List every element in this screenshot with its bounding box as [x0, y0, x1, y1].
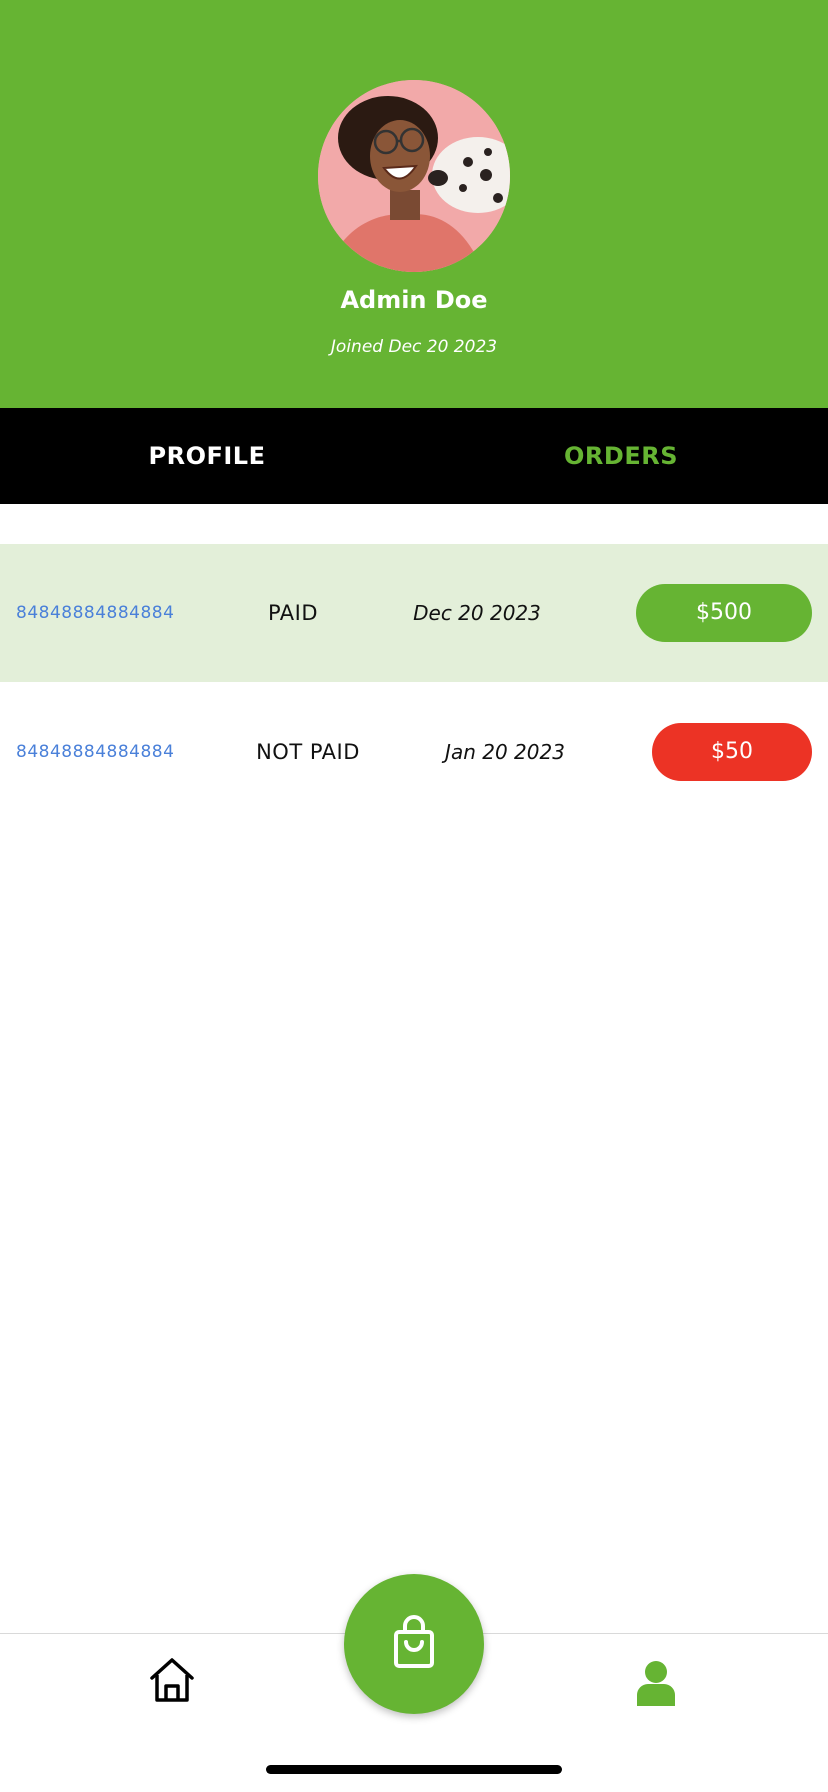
home-icon	[150, 1658, 194, 1702]
home-indicator	[266, 1765, 562, 1774]
avatar	[318, 80, 510, 272]
nav-home-button[interactable]	[148, 1656, 196, 1704]
order-status: NOT PAID	[256, 740, 360, 764]
order-amount-button[interactable]: $500	[636, 584, 812, 642]
shop-fab-button[interactable]	[344, 1574, 484, 1714]
order-row[interactable]: 84848884884884 NOT PAID Jan 20 2023 $50	[0, 683, 828, 821]
order-amount-button[interactable]: $50	[652, 723, 812, 781]
avatar-image	[318, 80, 510, 272]
tab-bar: PROFILE ORDERS	[0, 408, 828, 504]
order-status: PAID	[267, 601, 319, 625]
order-row[interactable]: 84848884884884 PAID Dec 20 2023 $500	[0, 544, 828, 682]
user-icon	[637, 1661, 675, 1706]
tab-orders[interactable]: ORDERS	[414, 408, 828, 504]
joined-date: Joined Dec 20 2023	[330, 337, 498, 357]
profile-header: Admin Doe Joined Dec 20 2023	[0, 0, 828, 408]
order-date: Dec 20 2023	[413, 601, 541, 625]
shopping-bag-icon	[394, 1615, 434, 1668]
order-id[interactable]: 84848884884884	[16, 544, 174, 682]
order-date: Jan 20 2023	[445, 740, 565, 764]
profile-name: Admin Doe	[340, 286, 488, 314]
nav-profile-button[interactable]	[634, 1660, 678, 1706]
order-id[interactable]: 84848884884884	[16, 683, 174, 821]
tab-profile[interactable]: PROFILE	[0, 408, 414, 504]
